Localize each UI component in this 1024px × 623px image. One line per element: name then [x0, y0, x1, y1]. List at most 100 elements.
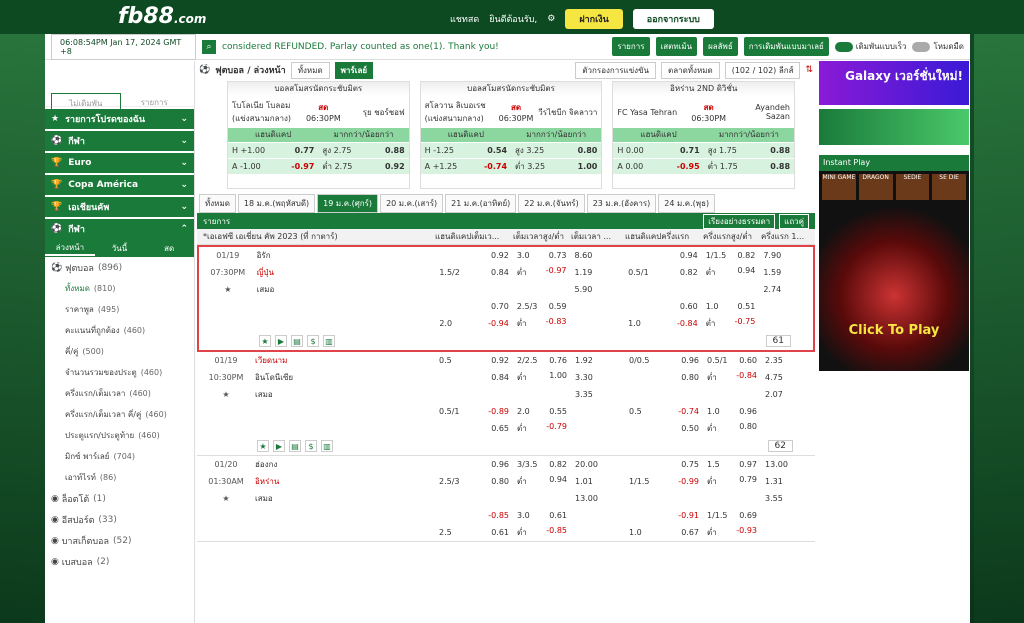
odds-cell[interactable]: 0.5 -0.74 [625, 407, 703, 416]
odds-cell[interactable]: ต่ำ 0.94 [513, 475, 571, 488]
odds-cell[interactable]: 3.35 [571, 390, 625, 399]
featured-card[interactable]: บอลสโมสรนัดกระชับมิตร โบโลเนีย โบลอม (แข… [227, 81, 410, 189]
odds-value[interactable]: ต่ำ [517, 371, 527, 384]
parlay-button[interactable]: พาร์เลย์ [334, 61, 374, 79]
odds-value[interactable]: 0.80 [491, 477, 509, 486]
odds-value[interactable]: 0.67 [681, 528, 699, 537]
date-tab[interactable]: 24 ม.ค.(พุธ) [658, 194, 716, 213]
statement-button[interactable]: เสตทเม้น [655, 37, 698, 56]
odds-cell[interactable]: 1.01 [571, 477, 625, 486]
deposit-button[interactable]: ฝากเงิน [565, 9, 623, 29]
odds-cell[interactable]: A -1.00 -0.97 [228, 159, 318, 174]
odds-value[interactable]: 0.61 [491, 528, 509, 537]
odds-cell[interactable]: 3.0 0.73 [513, 251, 571, 260]
sidebar-cat-asiancup[interactable]: 🏆 เอเชียนคัพ ⌄ [45, 197, 194, 217]
logout-button[interactable]: ออกจากระบบ [632, 9, 714, 29]
odds-value[interactable]: 13.00 [765, 460, 788, 469]
odds-value[interactable]: 2.0 [517, 407, 530, 416]
sidebar-item[interactable]: คะแนนที่ถูกต้อง (460) [45, 320, 194, 341]
odds-value[interactable]: -0.84 [736, 371, 757, 384]
odds-value[interactable]: -0.74 [678, 407, 699, 416]
result-button[interactable]: ผลลัพธ์ [703, 37, 738, 56]
dark-mode-toggle[interactable]: โหมดมืด [912, 40, 964, 53]
odds-value[interactable]: 1.92 [575, 356, 593, 365]
odds-value[interactable]: 0.79 [739, 475, 757, 488]
odds-cell[interactable]: 1/1.5 0.82 [702, 251, 760, 260]
odds-value[interactable]: 0.50 [681, 424, 699, 433]
odds-value[interactable]: 1.0 [628, 319, 641, 328]
market-select[interactable]: ตลาดทั้งหมด [661, 61, 720, 79]
odds-value[interactable]: 0/0.5 [629, 356, 650, 365]
odds-cell[interactable]: 2.5 0.61 [435, 528, 513, 537]
sports-banner[interactable] [819, 109, 969, 145]
league-count[interactable]: (102 / 102) ลีกส์ [724, 61, 801, 79]
odds-value[interactable]: ต่ำ [517, 317, 527, 330]
odds-value[interactable]: 0.92 [491, 356, 509, 365]
chart-icon[interactable]: ▥ [323, 335, 335, 347]
filter-select[interactable]: ทั้งหมด [290, 61, 330, 79]
odds-cell[interactable]: 1.0 0.51 [702, 302, 760, 311]
odds-value[interactable]: 1.0 [707, 407, 720, 416]
odds-value[interactable]: -0.89 [488, 407, 509, 416]
odds-value[interactable]: -0.97 [546, 266, 567, 279]
date-tab[interactable]: 19 ม.ค.(ศุกร์) [317, 194, 379, 213]
odds-value[interactable]: ต่ำ [707, 526, 717, 539]
odds-value[interactable]: 0.5/1 [628, 268, 649, 277]
odds-value[interactable]: -0.99 [678, 477, 699, 486]
odds-value[interactable]: 0.94 [549, 475, 567, 488]
sidebar-item-basketball[interactable]: ◉ บาสเก็ตบอล (52) [45, 530, 194, 551]
sidebar-item[interactable]: เอาท์ไรท์ (86) [45, 467, 194, 488]
odds-cell[interactable]: 0.60 [624, 302, 702, 311]
odds-cell[interactable]: 0.5/1 0.60 [703, 356, 761, 365]
star-icon[interactable]: ★ [259, 335, 271, 347]
odds-value[interactable]: 2.0 [439, 319, 452, 328]
sidebar-cat-sports2[interactable]: ⚽ กีฬา ⌃ [45, 219, 194, 239]
sort-icon[interactable]: ⇅ [805, 65, 813, 75]
odds-value[interactable]: 2.5/3 [517, 302, 538, 311]
sidebar-cat-copa[interactable]: 🏆 Copa América ⌄ [45, 175, 194, 195]
odds-cell[interactable]: 1.59 [759, 268, 813, 277]
odds-value[interactable]: 3.0 [517, 511, 530, 520]
sidebar-cat-favorites[interactable]: ★ รายการโปรดของฉัน ⌄ [45, 109, 194, 129]
odds-value[interactable]: 3.0 [517, 251, 530, 260]
odds-cell[interactable]: 0/0.5 0.96 [625, 356, 703, 365]
odds-cell[interactable]: 2.5/3 0.80 [435, 477, 513, 486]
odds-cell[interactable]: 20.00 [571, 460, 625, 469]
sidebar-item[interactable]: ครึ่งแรก/เต็มเวลา (460) [45, 383, 194, 404]
odds-value[interactable]: 0.80 [681, 373, 699, 382]
sidebar-item[interactable]: ทั้งหมด (810) [45, 278, 194, 299]
odds-cell[interactable]: 2.0 -0.94 [435, 319, 513, 328]
odds-value[interactable]: ต่ำ [517, 475, 527, 488]
view-select[interactable]: แถวคู่ [779, 213, 809, 229]
odds-value[interactable]: 3.30 [575, 373, 593, 382]
odds-cell[interactable]: 2.74 [759, 285, 813, 294]
tab-early[interactable]: ล่วงหน้า [45, 241, 95, 256]
odds-cell[interactable]: 13.00 [571, 494, 625, 503]
odds-cell[interactable]: สูง 3.25 0.80 [511, 143, 601, 158]
odds-value[interactable]: 0.5/1 [707, 356, 728, 365]
favorite-star-icon[interactable]: ★ [197, 390, 255, 399]
odds-cell[interactable]: A 0.00 -0.95 [613, 159, 703, 174]
sidebar-item[interactable]: ประตูแรก/ประตูท้าย (460) [45, 425, 194, 446]
odds-value[interactable]: 7.90 [763, 251, 781, 260]
odds-value[interactable]: 0.94 [738, 266, 756, 279]
odds-value[interactable]: 1.0 [629, 528, 642, 537]
logo[interactable]: fb88.com [118, 4, 206, 29]
odds-value[interactable]: 0.92 [491, 251, 509, 260]
galaxy-banner[interactable]: Galaxy เวอร์ชั่นใหม่! [819, 61, 969, 105]
odds-value[interactable]: -0.75 [735, 317, 756, 330]
odds-value[interactable]: 0.82 [738, 251, 756, 260]
odds-cell[interactable]: 3.0 0.61 [513, 511, 571, 520]
odds-value[interactable]: 0.5 [439, 356, 452, 365]
odds-value[interactable]: 2.74 [763, 285, 781, 294]
odds-value[interactable]: ต่ำ [707, 475, 717, 488]
odds-value[interactable]: ต่ำ [706, 317, 716, 330]
sidebar-item-esports[interactable]: ◉ อีสปอร์ต (33) [45, 509, 194, 530]
odds-cell[interactable]: ต่ำ -0.75 [702, 317, 760, 330]
odds-cell[interactable]: 1/1.5 0.69 [703, 511, 761, 520]
odds-cell[interactable]: 1.5/2 0.84 [435, 268, 513, 277]
odds-value[interactable]: 3.35 [575, 390, 593, 399]
odds-cell[interactable]: 2.5/3 0.59 [513, 302, 571, 311]
odds-cell[interactable]: 1/1.5 -0.99 [625, 477, 703, 486]
odds-value[interactable]: ต่ำ [517, 266, 527, 279]
